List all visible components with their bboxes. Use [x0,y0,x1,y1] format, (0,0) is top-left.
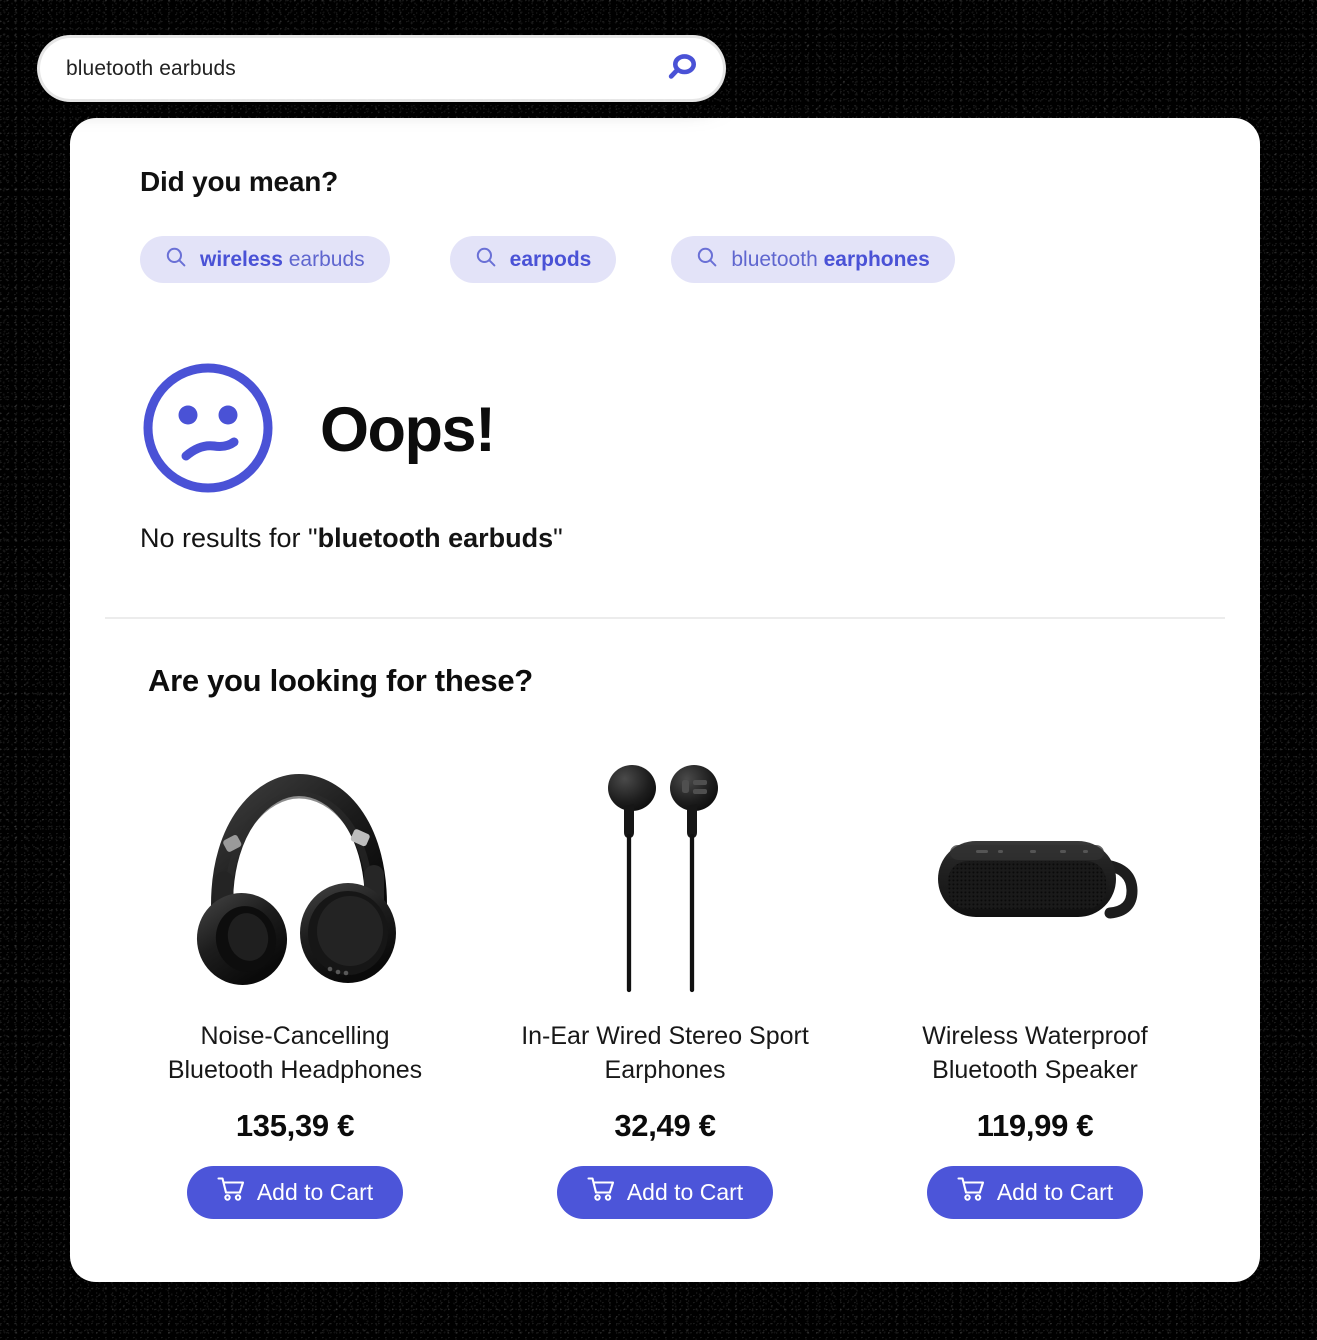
search-icon [165,246,187,274]
confused-face-icon [138,358,278,503]
add-to-cart-button[interactable]: Add to Cart [556,1165,774,1219]
product-card[interactable]: Wireless Waterproof Bluetooth Speaker 11… [850,758,1220,1219]
product-price: 32,49 € [614,1107,716,1143]
suggestion-chips: wireless earbuds earpods bluetooth earph… [140,236,955,283]
product-title: In-Ear Wired Stereo Sport Earphones [521,1022,809,1084]
no-results-query: bluetooth earbuds [317,523,554,553]
suggestion-chip-rest: earbuds [282,247,365,271]
search-icon [664,50,698,87]
suggestion-chip-earpods[interactable]: earpods [449,236,617,283]
add-to-cart-label: Add to Cart [256,1178,374,1205]
search-input[interactable] [66,56,661,81]
no-results-message: No results for "bluetooth earbuds" [140,523,563,554]
results-panel: Did you mean? wireless earbuds earpods b… [70,118,1260,1282]
product-title: Wireless Waterproof Bluetooth Speaker [922,1022,1148,1084]
suggestion-chip-bold: earpods [509,247,592,271]
product-price: 135,39 € [235,1107,355,1143]
suggestion-chip-prefix: bluetooth [731,247,824,271]
recommendations-heading: Are you looking for these? [148,663,533,698]
add-to-cart-label: Add to Cart [996,1178,1114,1205]
suggestion-chip-label: bluetooth earphones [731,248,929,272]
suggestion-chip-wireless-earbuds[interactable]: wireless earbuds [140,236,390,283]
cart-icon [957,1176,985,1208]
product-grid: Noise-Cancelling Bluetooth Headphones 13… [110,758,1220,1219]
cart-icon [587,1176,615,1208]
add-to-cart-label: Add to Cart [626,1178,744,1205]
did-you-mean-heading: Did you mean? [140,166,339,197]
add-to-cart-button[interactable]: Add to Cart [926,1165,1144,1219]
suggestion-chip-bluetooth-earphones[interactable]: bluetooth earphones [671,236,955,283]
search-bar [40,38,723,99]
section-divider [105,617,1225,619]
product-title: Noise-Cancelling Bluetooth Headphones [167,1022,423,1084]
over-ear-headphones-image [110,758,480,998]
empty-state: Oops! [138,358,496,503]
suggestion-chip-bold: earphones [823,247,930,271]
add-to-cart-button[interactable]: Add to Cart [186,1165,404,1219]
search-icon [696,246,718,274]
empty-state-title: Oops! [320,395,496,465]
bluetooth-speaker-image [850,758,1220,998]
product-price: 119,99 € [976,1107,1094,1143]
search-button[interactable] [661,49,701,89]
wired-earbuds-image [480,758,850,998]
search-icon [475,246,497,274]
cart-icon [217,1176,245,1208]
suggestion-chip-label: earpods [510,248,592,272]
suggestion-chip-bold: wireless [200,247,283,271]
product-card[interactable]: In-Ear Wired Stereo Sport Earphones 32,4… [480,758,850,1219]
no-results-suffix: " [553,523,563,553]
product-card[interactable]: Noise-Cancelling Bluetooth Headphones 13… [110,758,480,1219]
suggestion-chip-label: wireless earbuds [200,248,365,272]
no-results-prefix: No results for " [140,523,318,553]
